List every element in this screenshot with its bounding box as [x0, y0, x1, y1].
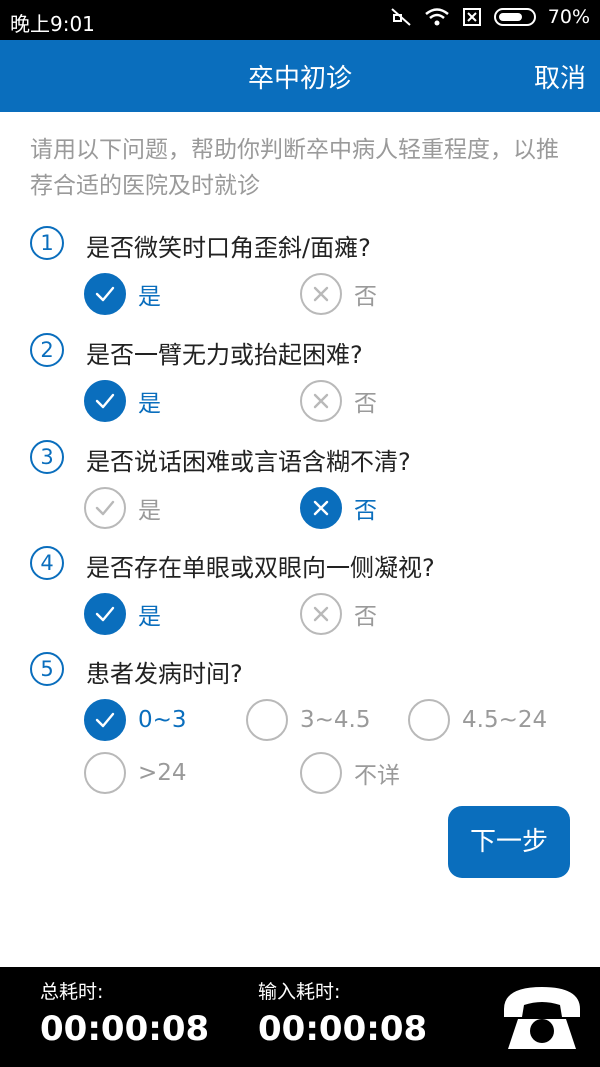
total-time-value: 00:00:08: [40, 1009, 210, 1049]
phone-icon[interactable]: [500, 979, 584, 1055]
battery-icon: [493, 8, 536, 26]
question-text: 是否说话困难或言语含糊不清?: [86, 448, 411, 476]
radio-icon: [300, 593, 342, 635]
app-bar: 卒中初诊 取消: [0, 40, 600, 112]
radio-icon: [84, 487, 126, 529]
option-label: 否: [354, 284, 377, 310]
option-yes[interactable]: 是: [84, 379, 161, 423]
radio-icon: [408, 699, 450, 741]
option-label: 否: [354, 604, 377, 630]
option-onset-over-24[interactable]: >24: [84, 751, 187, 795]
radio-icon: [300, 273, 342, 315]
option-label: 是: [138, 284, 161, 310]
status-icons: 70%: [390, 6, 590, 28]
option-label: 0~3: [138, 707, 187, 733]
wifi-icon: [424, 8, 449, 26]
x-icon: [313, 286, 329, 302]
radio-icon: [84, 699, 126, 741]
input-time-value: 00:00:08: [258, 1009, 428, 1049]
check-icon: [95, 500, 115, 516]
question-number: 2: [30, 333, 64, 367]
x-icon: [313, 500, 329, 516]
option-label: 是: [138, 498, 161, 524]
status-time: 晚上9:01: [10, 12, 95, 36]
radio-icon: [84, 752, 126, 794]
cancel-button[interactable]: 取消: [534, 58, 586, 95]
option-onset-3-4.5[interactable]: 3~4.5: [246, 698, 370, 742]
option-no[interactable]: 否: [300, 379, 377, 423]
option-onset-4.5-24[interactable]: 4.5~24: [408, 698, 547, 742]
radio-icon: [300, 380, 342, 422]
radio-icon: [84, 273, 126, 315]
option-label: 4.5~24: [462, 707, 548, 733]
option-label: 否: [354, 498, 377, 524]
question-number: 4: [30, 546, 64, 580]
total-time-label: 总耗时:: [40, 981, 104, 1003]
option-label: 是: [138, 604, 161, 630]
option-no[interactable]: 否: [300, 272, 377, 316]
question-text: 是否一臂无力或抬起困难?: [86, 341, 363, 369]
option-yes[interactable]: 是: [84, 486, 161, 530]
option-label: 不详: [354, 763, 400, 789]
option-no[interactable]: 否: [300, 486, 377, 530]
option-no[interactable]: 否: [300, 592, 377, 636]
option-label: 是: [138, 391, 161, 417]
status-bar: 晚上9:01 70%: [0, 0, 600, 40]
option-yes[interactable]: 是: [84, 272, 161, 316]
radio-icon: [84, 593, 126, 635]
radio-icon: [246, 699, 288, 741]
mute-icon: [391, 8, 411, 26]
battery-percent: 70%: [547, 6, 590, 28]
option-label: 3~4.5: [300, 707, 371, 733]
check-icon: [95, 712, 115, 728]
check-icon: [95, 393, 115, 409]
option-yes[interactable]: 是: [84, 592, 161, 636]
radio-icon: [84, 380, 126, 422]
question-text: 是否微笑时口角歪斜/面瘫?: [86, 234, 371, 262]
question-text: 患者发病时间?: [86, 660, 243, 688]
check-icon: [95, 606, 115, 622]
next-step-button[interactable]: 下一步: [448, 806, 570, 878]
x-icon: [313, 606, 329, 622]
check-icon: [95, 286, 115, 302]
option-onset-0-3[interactable]: 0~3: [84, 698, 187, 742]
x-icon: [313, 393, 329, 409]
question-number: 5: [30, 652, 64, 686]
question-number: 3: [30, 440, 64, 474]
radio-icon: [300, 487, 342, 529]
option-label: >24: [138, 760, 187, 786]
radio-icon: [300, 752, 342, 794]
option-label: 否: [354, 391, 377, 417]
intro-text: 请用以下问题，帮助你判断卒中病人轻重程度，以推荐合适的医院及时就诊: [30, 137, 559, 199]
footer-timer-bar: 总耗时: 00:00:08 输入耗时: 00:00:08: [0, 967, 600, 1067]
sim-disabled-icon: [462, 8, 481, 26]
question-number: 1: [30, 226, 64, 260]
page-title: 卒中初诊: [247, 64, 352, 94]
input-time-label: 输入耗时:: [258, 981, 341, 1003]
option-onset-unknown[interactable]: 不详: [300, 751, 400, 795]
question-text: 是否存在单眼或双眼向一侧凝视?: [86, 554, 435, 582]
